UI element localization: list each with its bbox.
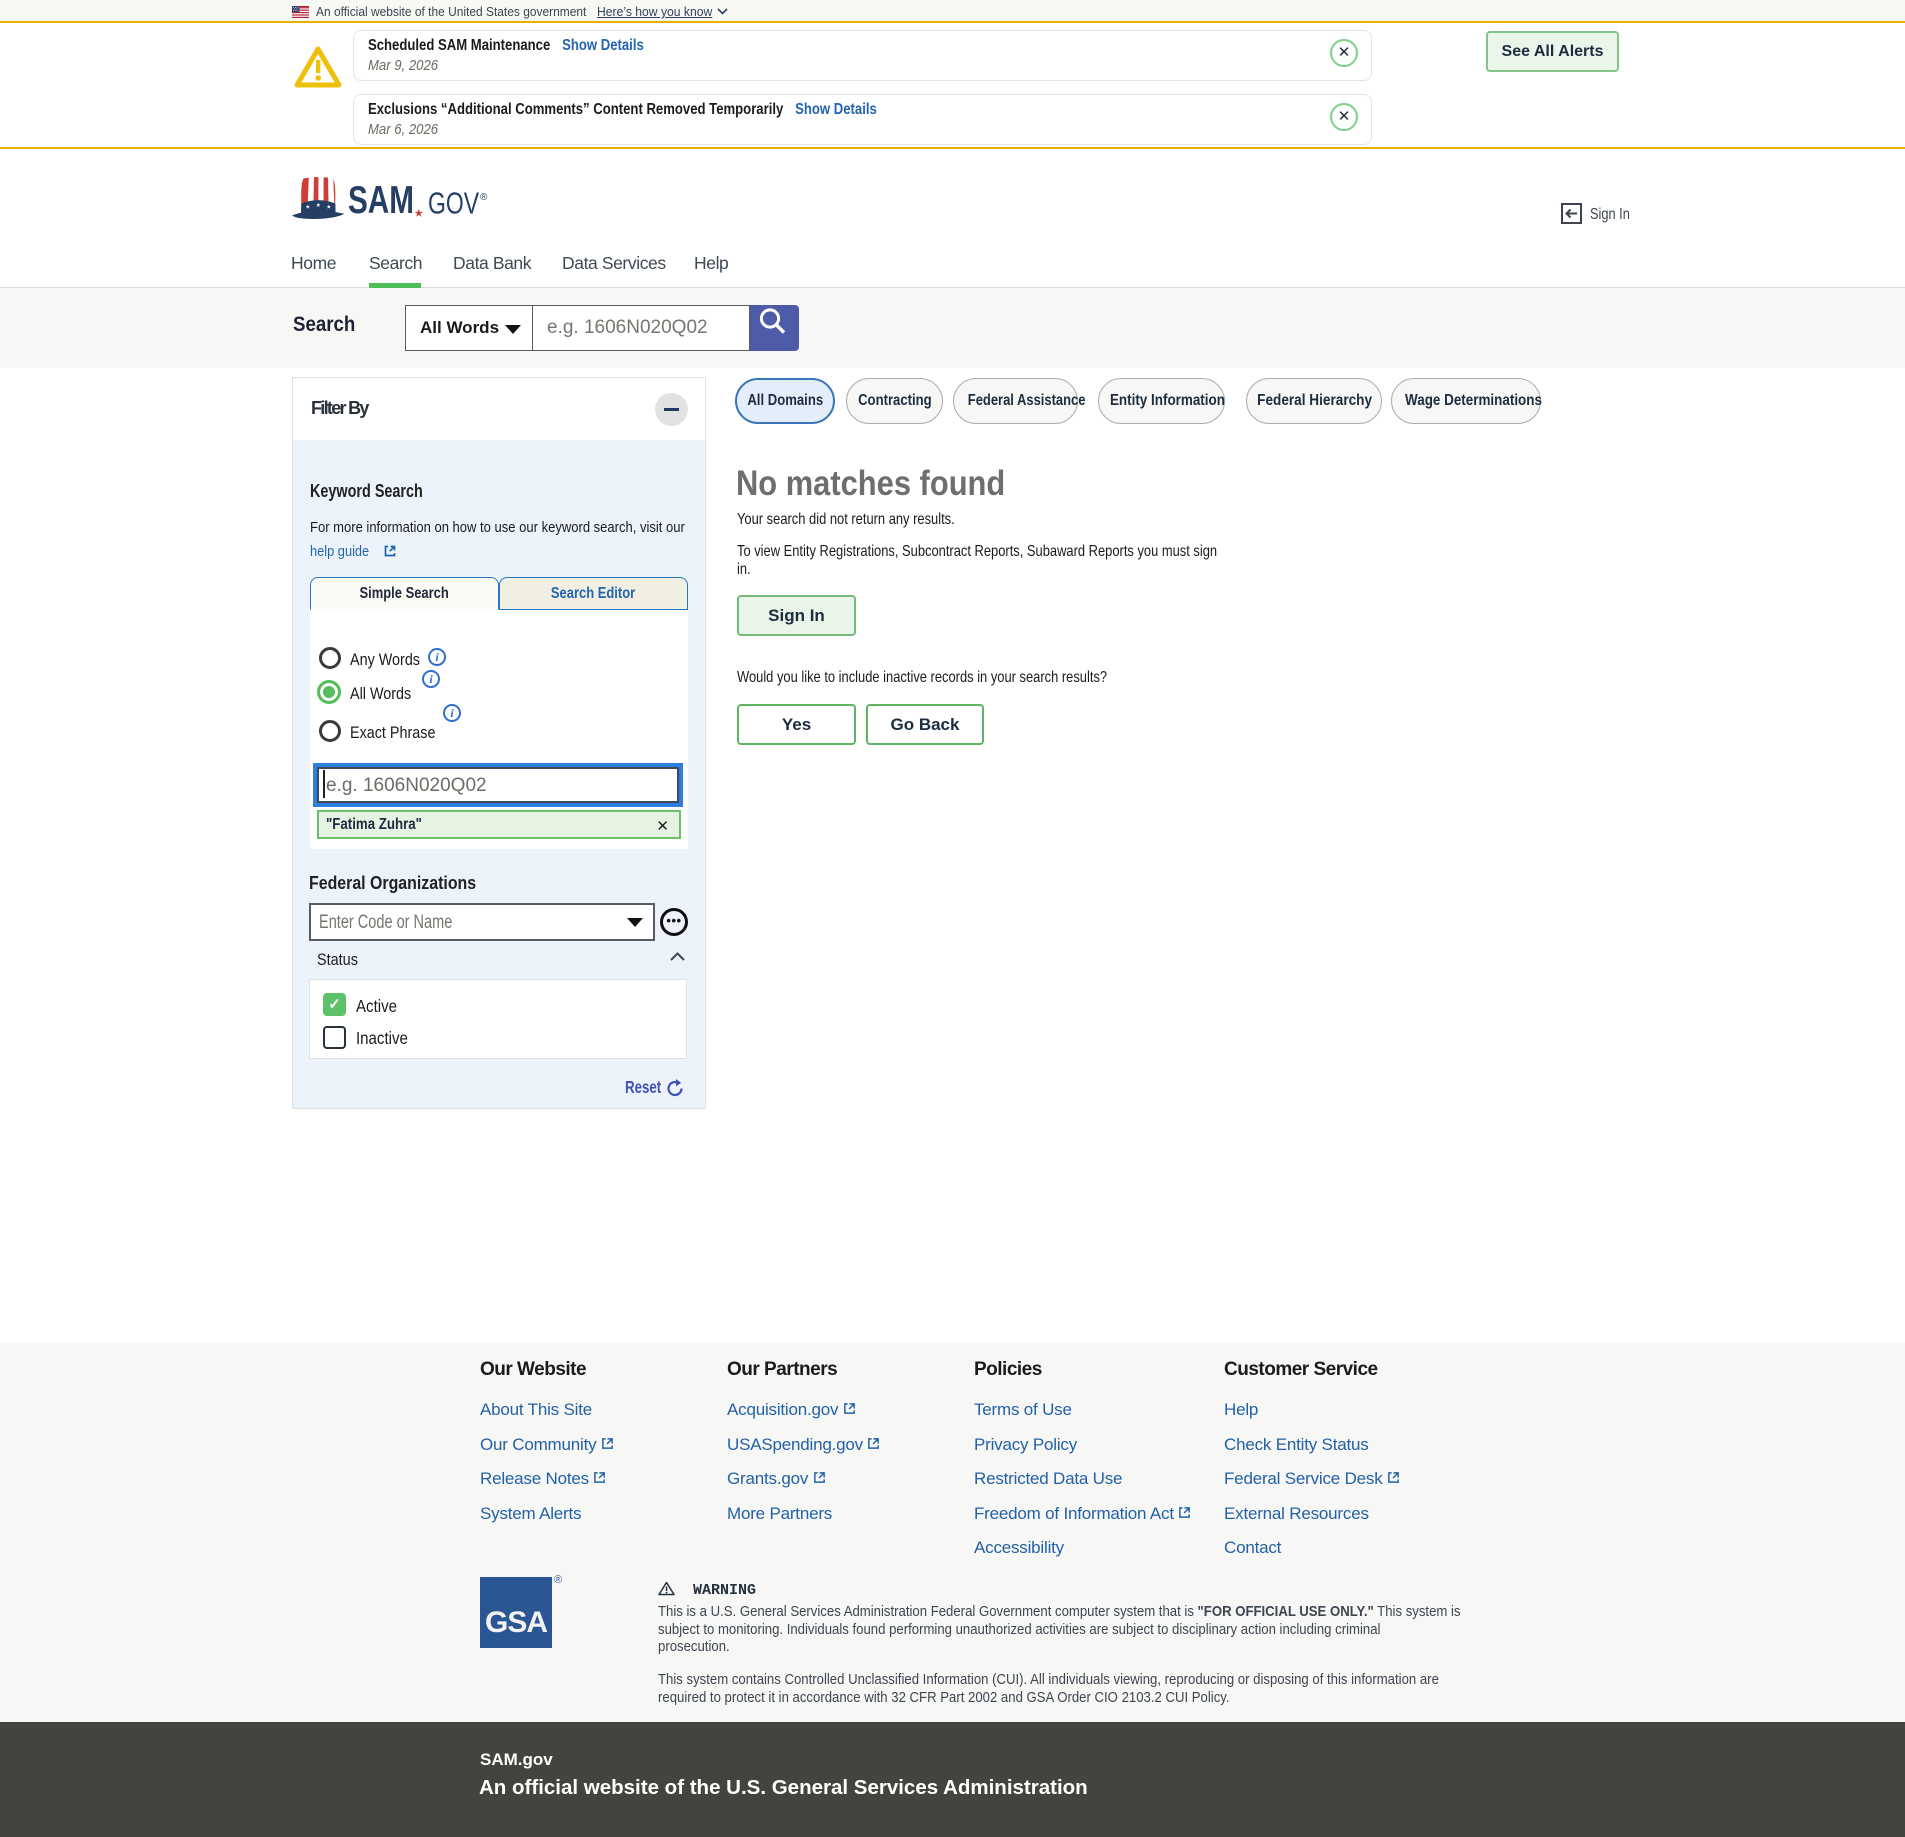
svg-text:SAM: SAM — [348, 179, 414, 222]
svg-text:GOV: GOV — [428, 187, 479, 221]
svg-text:®: ® — [480, 192, 488, 203]
